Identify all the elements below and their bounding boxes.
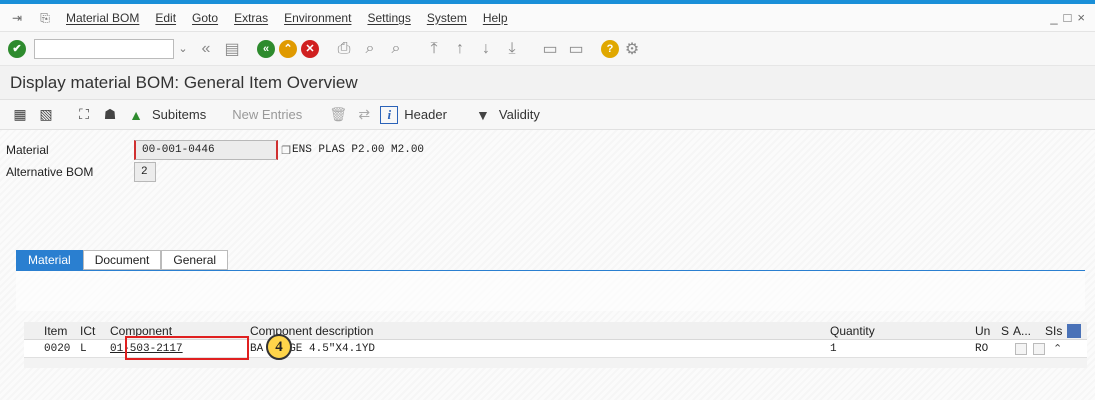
subitems-button[interactable]: Subitems bbox=[152, 107, 206, 122]
shortcut-icon[interactable]: ▭ bbox=[565, 38, 587, 60]
next-page-icon[interactable]: ↓ bbox=[475, 38, 497, 60]
material-field[interactable]: 00-001-0446 bbox=[134, 140, 278, 160]
back-icon[interactable]: « bbox=[257, 39, 275, 58]
chevron-down-icon[interactable]: ⌄ bbox=[173, 39, 193, 59]
menu-settings[interactable]: Settings bbox=[367, 11, 410, 25]
tab-document[interactable]: Document bbox=[82, 250, 162, 270]
minimize-icon[interactable]: _ bbox=[1050, 10, 1057, 25]
tab-general[interactable]: General bbox=[161, 250, 229, 270]
cell-unit[interactable]: RO bbox=[971, 343, 997, 355]
col-a[interactable]: A... bbox=[1009, 324, 1041, 338]
menu-material-bom[interactable]: Material BOM bbox=[66, 11, 139, 25]
material-row: Material 00-001-0446 ❐ ENS PLAS P2.00 M2… bbox=[6, 140, 424, 160]
col-item[interactable]: Item bbox=[40, 324, 76, 338]
enter-check-icon[interactable]: ✔ bbox=[8, 39, 26, 58]
col-s[interactable]: S bbox=[997, 324, 1009, 338]
filter-icon[interactable]: ▼ bbox=[473, 107, 493, 123]
validity-button[interactable]: Validity bbox=[499, 107, 540, 122]
menu-bar: ⇥ ⎘ Material BOM Edit Goto Extras Enviro… bbox=[0, 4, 1095, 32]
tab-strip: Material Document General bbox=[16, 250, 229, 270]
content-area: Material 00-001-0446 ❐ ENS PLAS P2.00 M2… bbox=[0, 130, 1095, 400]
menu-goto[interactable]: Goto bbox=[192, 11, 218, 25]
exit-menu-icon[interactable]: ⇥ bbox=[10, 11, 24, 25]
first-page-icon[interactable]: ⤒ bbox=[423, 38, 445, 60]
col-description[interactable]: Component description bbox=[246, 324, 826, 338]
find-icon[interactable]: ⌕ bbox=[359, 38, 381, 60]
subitems-icon[interactable]: ▲ bbox=[126, 107, 146, 123]
cell-description-start: BA bbox=[250, 342, 264, 355]
alt-bom-row: Alternative BOM 2 bbox=[6, 162, 156, 182]
previous-page-icon[interactable]: ↑ bbox=[449, 38, 471, 60]
menu-edit[interactable]: Edit bbox=[155, 11, 176, 25]
command-field[interactable] bbox=[34, 38, 174, 59]
save-icon[interactable]: ▤ bbox=[221, 38, 243, 60]
cell-quantity[interactable]: 1 bbox=[826, 343, 971, 355]
layout-settings-icon[interactable]: ⚙ bbox=[621, 38, 643, 60]
checkbox-a[interactable] bbox=[1015, 342, 1027, 355]
close-icon[interactable]: × bbox=[1077, 10, 1085, 25]
customize-menu-icon[interactable]: ⎘ bbox=[38, 11, 52, 25]
new-session-icon[interactable]: ▭ bbox=[539, 38, 561, 60]
menu-environment[interactable]: Environment bbox=[284, 11, 351, 25]
tab-body bbox=[16, 271, 1085, 311]
delete-icon[interactable]: 🗑 bbox=[328, 106, 348, 123]
hierarchy-icon[interactable]: ⛶ bbox=[74, 106, 94, 123]
find-next-icon[interactable]: ⌕ bbox=[385, 38, 407, 60]
cell-description-end: GE 4.5"X4.1YD bbox=[289, 342, 376, 355]
info-icon[interactable]: i bbox=[380, 105, 399, 124]
material-label: Material bbox=[6, 143, 49, 157]
cell-item[interactable]: 0020 bbox=[40, 343, 76, 355]
expand-icon[interactable]: ▦ bbox=[10, 106, 30, 123]
cell-ict[interactable]: L bbox=[76, 343, 106, 355]
col-unit[interactable]: Un bbox=[971, 324, 997, 338]
col-quantity[interactable]: Quantity bbox=[826, 324, 971, 338]
maximize-icon[interactable]: □ bbox=[1064, 10, 1072, 25]
table-settings-icon[interactable] bbox=[1067, 323, 1081, 338]
back-double-icon[interactable]: « bbox=[195, 38, 217, 60]
tab-material[interactable]: Material bbox=[16, 250, 83, 270]
col-ict[interactable]: ICt bbox=[76, 324, 106, 338]
header-button[interactable]: Header bbox=[404, 107, 447, 122]
last-page-icon[interactable]: ⤓ bbox=[501, 38, 523, 60]
help-icon[interactable]: ? bbox=[601, 39, 619, 58]
col-sis[interactable]: SIs bbox=[1041, 324, 1067, 338]
document-icon[interactable]: ❐ bbox=[280, 143, 292, 157]
swap-icon[interactable]: ⇄ bbox=[354, 106, 374, 123]
step-badge: 4 bbox=[266, 334, 292, 360]
alt-bom-field[interactable]: 2 bbox=[134, 162, 156, 182]
page-title: Display material BOM: General Item Overv… bbox=[0, 66, 1095, 100]
cancel-icon[interactable]: ✕ bbox=[301, 39, 319, 58]
standard-toolbar: ✔ ⌄ « ▤ « ⌃ ✕ ⎙ ⌕ ⌕ ⤒ ↑ ↓ ⤓ ▭ ▭ ? ⚙ bbox=[0, 32, 1095, 66]
menu-help[interactable]: Help bbox=[483, 11, 508, 25]
alt-bom-label: Alternative BOM bbox=[6, 165, 94, 179]
highlight-box bbox=[125, 336, 249, 360]
checkbox-sis[interactable] bbox=[1033, 342, 1045, 355]
material-description: ENS PLAS P2.00 M2.00 bbox=[292, 144, 425, 156]
menu-system[interactable]: System bbox=[427, 11, 467, 25]
exit-icon[interactable]: ⌃ bbox=[279, 39, 297, 58]
application-toolbar: ▦ ▧ ⛶ ☗ ▲ Subitems New Entries 🗑 ⇄ i Hea… bbox=[0, 100, 1095, 130]
scroll-up-icon[interactable]: ⌃ bbox=[1053, 342, 1062, 355]
collapse-icon[interactable]: ▧ bbox=[36, 106, 56, 123]
hat-icon[interactable]: ☗ bbox=[100, 106, 120, 123]
menu-extras[interactable]: Extras bbox=[234, 11, 268, 25]
cell-description[interactable]: BA GE 4.5"X4.1YD bbox=[246, 343, 826, 355]
new-entries-button[interactable]: New Entries bbox=[232, 107, 302, 122]
print-icon[interactable]: ⎙ bbox=[333, 38, 355, 60]
window-controls: _ □ × bbox=[1050, 10, 1085, 25]
